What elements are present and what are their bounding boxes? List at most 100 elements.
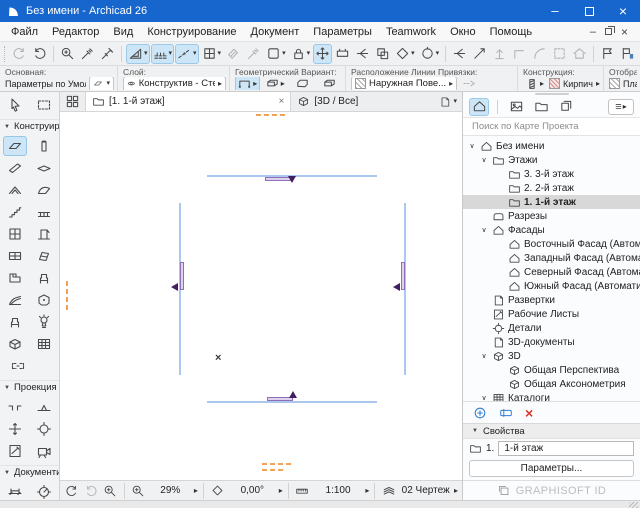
tool-curtain-wall[interactable] [3, 224, 27, 244]
toolbox-section-design[interactable]: Конструирование [0, 119, 59, 133]
home-story-icon[interactable] [570, 44, 589, 64]
tool-column[interactable] [32, 136, 56, 156]
tool-dimension[interactable] [3, 482, 27, 500]
default-params-label[interactable]: Параметры по Умолчанию [5, 79, 86, 89]
mdi-minimize-icon[interactable] [590, 26, 596, 38]
display-swatch-icon[interactable] [609, 78, 620, 89]
layer-select-button[interactable]: Конструктив - Стены Не... [123, 77, 226, 90]
construction-value[interactable]: Кирпич - Гли... [563, 79, 593, 89]
geometry-curved-button[interactable] [263, 77, 288, 90]
tree-item-elevation-east[interactable]: Восточный Фасад (Автоматич [463, 237, 640, 251]
toolbox-section-document[interactable]: Документирование [0, 465, 59, 479]
quad-view-icon[interactable] [60, 92, 85, 111]
wall-section-icon[interactable] [523, 77, 546, 90]
lock-icon[interactable] [289, 44, 313, 64]
wall-segment-right[interactable] [401, 262, 405, 290]
tool-slab[interactable] [32, 158, 56, 178]
guide-lines-icon[interactable] [175, 44, 199, 64]
tab-list-dropdown[interactable] [434, 92, 462, 111]
maximize-button[interactable] [572, 0, 606, 22]
tool-wall[interactable] [3, 136, 27, 156]
tree-item-3d[interactable]: 3D [463, 349, 640, 363]
scale-value[interactable]: 1:100 [313, 485, 364, 496]
snap-guides-icon[interactable] [151, 44, 175, 64]
menu-file[interactable]: Файл [4, 24, 45, 40]
pen-set-icon[interactable] [380, 483, 397, 499]
wall-line-bottom[interactable] [207, 401, 377, 403]
orientation-value[interactable]: 0,00° [228, 485, 277, 496]
tree-item-sections[interactable]: Разрезы [463, 209, 640, 223]
geometry-chamfer-button[interactable] [318, 77, 343, 90]
guide-ruler-icon[interactable] [126, 44, 150, 64]
stretch-icon[interactable] [333, 44, 352, 64]
tree-item-3d-documents[interactable]: 3D-документы [463, 335, 640, 349]
tool-marquee[interactable] [32, 95, 56, 115]
tree-item-stories[interactable]: Этажи [463, 153, 640, 167]
orientation-icon[interactable] [209, 483, 226, 499]
tree-item-details[interactable]: Детали [463, 321, 640, 335]
tree-item-story-2[interactable]: 2. 2-й этаж [463, 181, 640, 195]
tool-elevation[interactable] [32, 397, 56, 417]
refline-select-button[interactable]: Наружная Пове... [351, 77, 457, 90]
tree-item-perspective[interactable]: Общая Перспектива [463, 363, 640, 377]
rotate-icon[interactable] [393, 44, 417, 64]
fillet-icon[interactable] [530, 44, 549, 64]
menu-options[interactable]: Параметры [306, 24, 379, 40]
menu-edit[interactable]: Редактор [45, 24, 106, 40]
zoom-level-caret[interactable] [194, 485, 198, 496]
collapse-icon[interactable] [467, 142, 477, 150]
pick-up-parameters-icon[interactable] [78, 44, 97, 64]
tool-object[interactable] [32, 268, 56, 288]
tool-zone[interactable] [32, 290, 56, 310]
brick-hatch-swatch[interactable] [549, 78, 560, 89]
mdi-close-icon[interactable] [621, 25, 628, 39]
tree-item-elevations[interactable]: Фасады [463, 223, 640, 237]
pen-set-caret[interactable] [454, 485, 458, 496]
tool-morph[interactable] [3, 334, 27, 354]
tool-mesh[interactable] [3, 290, 27, 310]
tool-opening[interactable] [6, 356, 30, 376]
add-item-icon[interactable] [473, 406, 487, 420]
menu-design[interactable]: Конструирование [140, 24, 243, 40]
project-map-search-input[interactable]: Поиск по Карте Проекта [463, 118, 640, 136]
close-button[interactable] [606, 0, 640, 22]
tree-item-axonometry[interactable]: Общая Аксонометрия [463, 377, 640, 391]
tree-item-project[interactable]: Без имени [463, 139, 640, 153]
tool-worksheet[interactable] [3, 441, 27, 461]
view-map-icon[interactable] [506, 98, 526, 116]
flag-icon[interactable] [598, 44, 617, 64]
layout-book-icon[interactable] [531, 98, 551, 116]
parameters-button[interactable]: Параметры... [469, 460, 634, 477]
tool-corner-window[interactable] [3, 268, 27, 288]
tab-3d[interactable]: [3D / Все] [291, 92, 364, 111]
collapse-icon[interactable] [479, 226, 489, 234]
inject-parameters-icon[interactable] [98, 44, 117, 64]
pen-set-value[interactable]: 02 Чертеж [399, 485, 452, 496]
tree-item-elevation-north[interactable]: Северный Фасад (Автоматиче [463, 265, 640, 279]
zoom-level-value[interactable]: 29% [149, 485, 192, 496]
menu-window[interactable]: Окно [443, 24, 483, 40]
resize-icon[interactable] [550, 44, 569, 64]
menu-document[interactable]: Документ [244, 24, 307, 40]
toolbar-grip[interactable] [4, 46, 7, 62]
orientation-caret[interactable] [279, 485, 283, 496]
geometry-box-button[interactable] [290, 77, 315, 90]
tool-beam[interactable] [3, 158, 27, 178]
scale-caret[interactable] [365, 485, 369, 496]
zoom-level-icon[interactable] [130, 483, 147, 499]
menu-help[interactable]: Помощь [483, 24, 540, 40]
tab-floor-plan[interactable]: [1. 1-й этаж] [85, 92, 291, 111]
properties-header[interactable]: Свойства [463, 423, 640, 439]
toolbox-section-viewpoint[interactable]: Проекция [0, 380, 59, 394]
tool-radial-dimension[interactable] [32, 482, 56, 500]
navigator-menu-icon[interactable] [608, 99, 634, 115]
tool-shell[interactable] [32, 180, 56, 200]
redo-icon[interactable] [30, 44, 49, 64]
tool-section[interactable] [3, 397, 27, 417]
collapse-icon[interactable] [479, 352, 489, 360]
tree-item-interior-elevations[interactable]: Развертки [463, 293, 640, 307]
collapse-icon[interactable] [479, 156, 489, 164]
elevate-icon[interactable] [490, 44, 509, 64]
tool-door[interactable] [32, 224, 56, 244]
tool-stair[interactable] [3, 202, 27, 222]
